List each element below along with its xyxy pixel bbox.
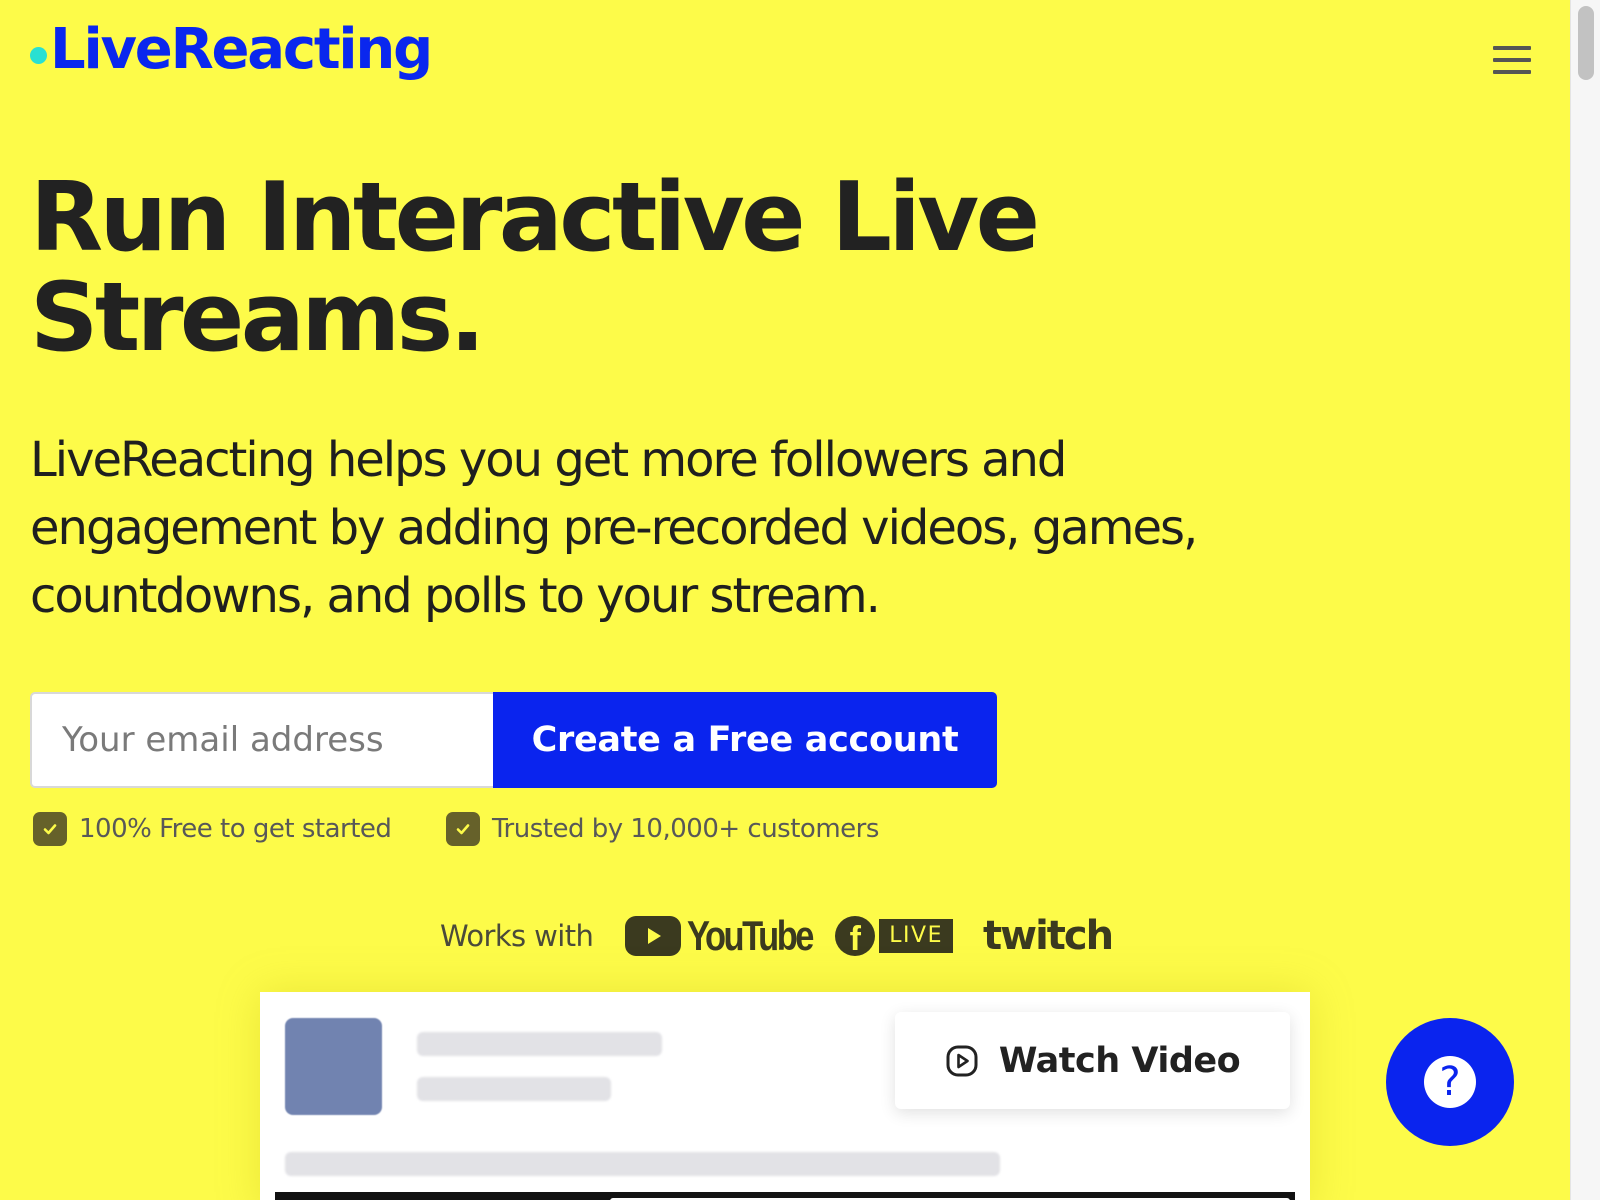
scrollbar-thumb[interactable] <box>1578 6 1594 80</box>
check-icon <box>33 812 67 846</box>
check-icon <box>446 812 480 846</box>
watch-video-label: Watch Video <box>998 1040 1241 1081</box>
watch-video-button[interactable]: Watch Video <box>895 1012 1290 1109</box>
menu-bar <box>1493 46 1531 50</box>
hero-title-line-2: Streams. <box>30 263 486 373</box>
preview-text-placeholder <box>417 1077 611 1101</box>
preview-text-placeholder <box>417 1032 662 1056</box>
youtube-logo-icon: YouTube <box>625 912 815 960</box>
works-with-row: Works with YouTube f LIVE twitch <box>440 912 1114 960</box>
email-input[interactable] <box>30 692 494 788</box>
livereacting-logo[interactable]: LiveReacting <box>30 17 433 82</box>
landing-page: LiveReacting Run Interactive Live Stream… <box>0 0 1570 1200</box>
create-free-account-button[interactable]: Create a Free account <box>493 692 997 788</box>
help-button[interactable]: ? <box>1386 1018 1514 1146</box>
hero-title-line-1: Run Interactive Live <box>30 163 1040 273</box>
youtube-play-icon <box>625 916 682 956</box>
facebook-logo-icon: f LIVE <box>835 916 953 956</box>
preview-video-frame <box>275 1192 1295 1200</box>
menu-bar <box>1493 58 1531 62</box>
facebook-f-icon: f <box>835 916 876 956</box>
hero-title: Run Interactive Live Streams. <box>30 168 1230 368</box>
logo-dot <box>30 47 47 64</box>
facebook-live-badge: LIVE <box>879 919 953 953</box>
badge-free: 100% Free to get started <box>33 812 392 846</box>
badge-text: Trusted by 10,000+ customers <box>492 814 879 844</box>
hero-subtitle: LiveReacting helps you get more follower… <box>30 432 1198 624</box>
play-circle-icon <box>946 1045 978 1076</box>
question-mark-icon: ? <box>1424 1056 1476 1108</box>
hamburger-menu-icon[interactable] <box>1493 46 1531 74</box>
logo-text: LiveReacting <box>50 17 433 82</box>
twitch-logo-icon: twitch <box>983 913 1114 959</box>
preview-text-placeholder <box>285 1152 1000 1176</box>
works-with-label: Works with <box>440 919 594 953</box>
preview-avatar-placeholder <box>285 1018 382 1115</box>
menu-bar <box>1493 70 1531 74</box>
scrollbar-track[interactable] <box>1570 0 1600 1200</box>
badge-trusted: Trusted by 10,000+ customers <box>446 812 879 846</box>
badge-text: 100% Free to get started <box>79 814 392 844</box>
youtube-wordmark: YouTube <box>687 912 814 959</box>
